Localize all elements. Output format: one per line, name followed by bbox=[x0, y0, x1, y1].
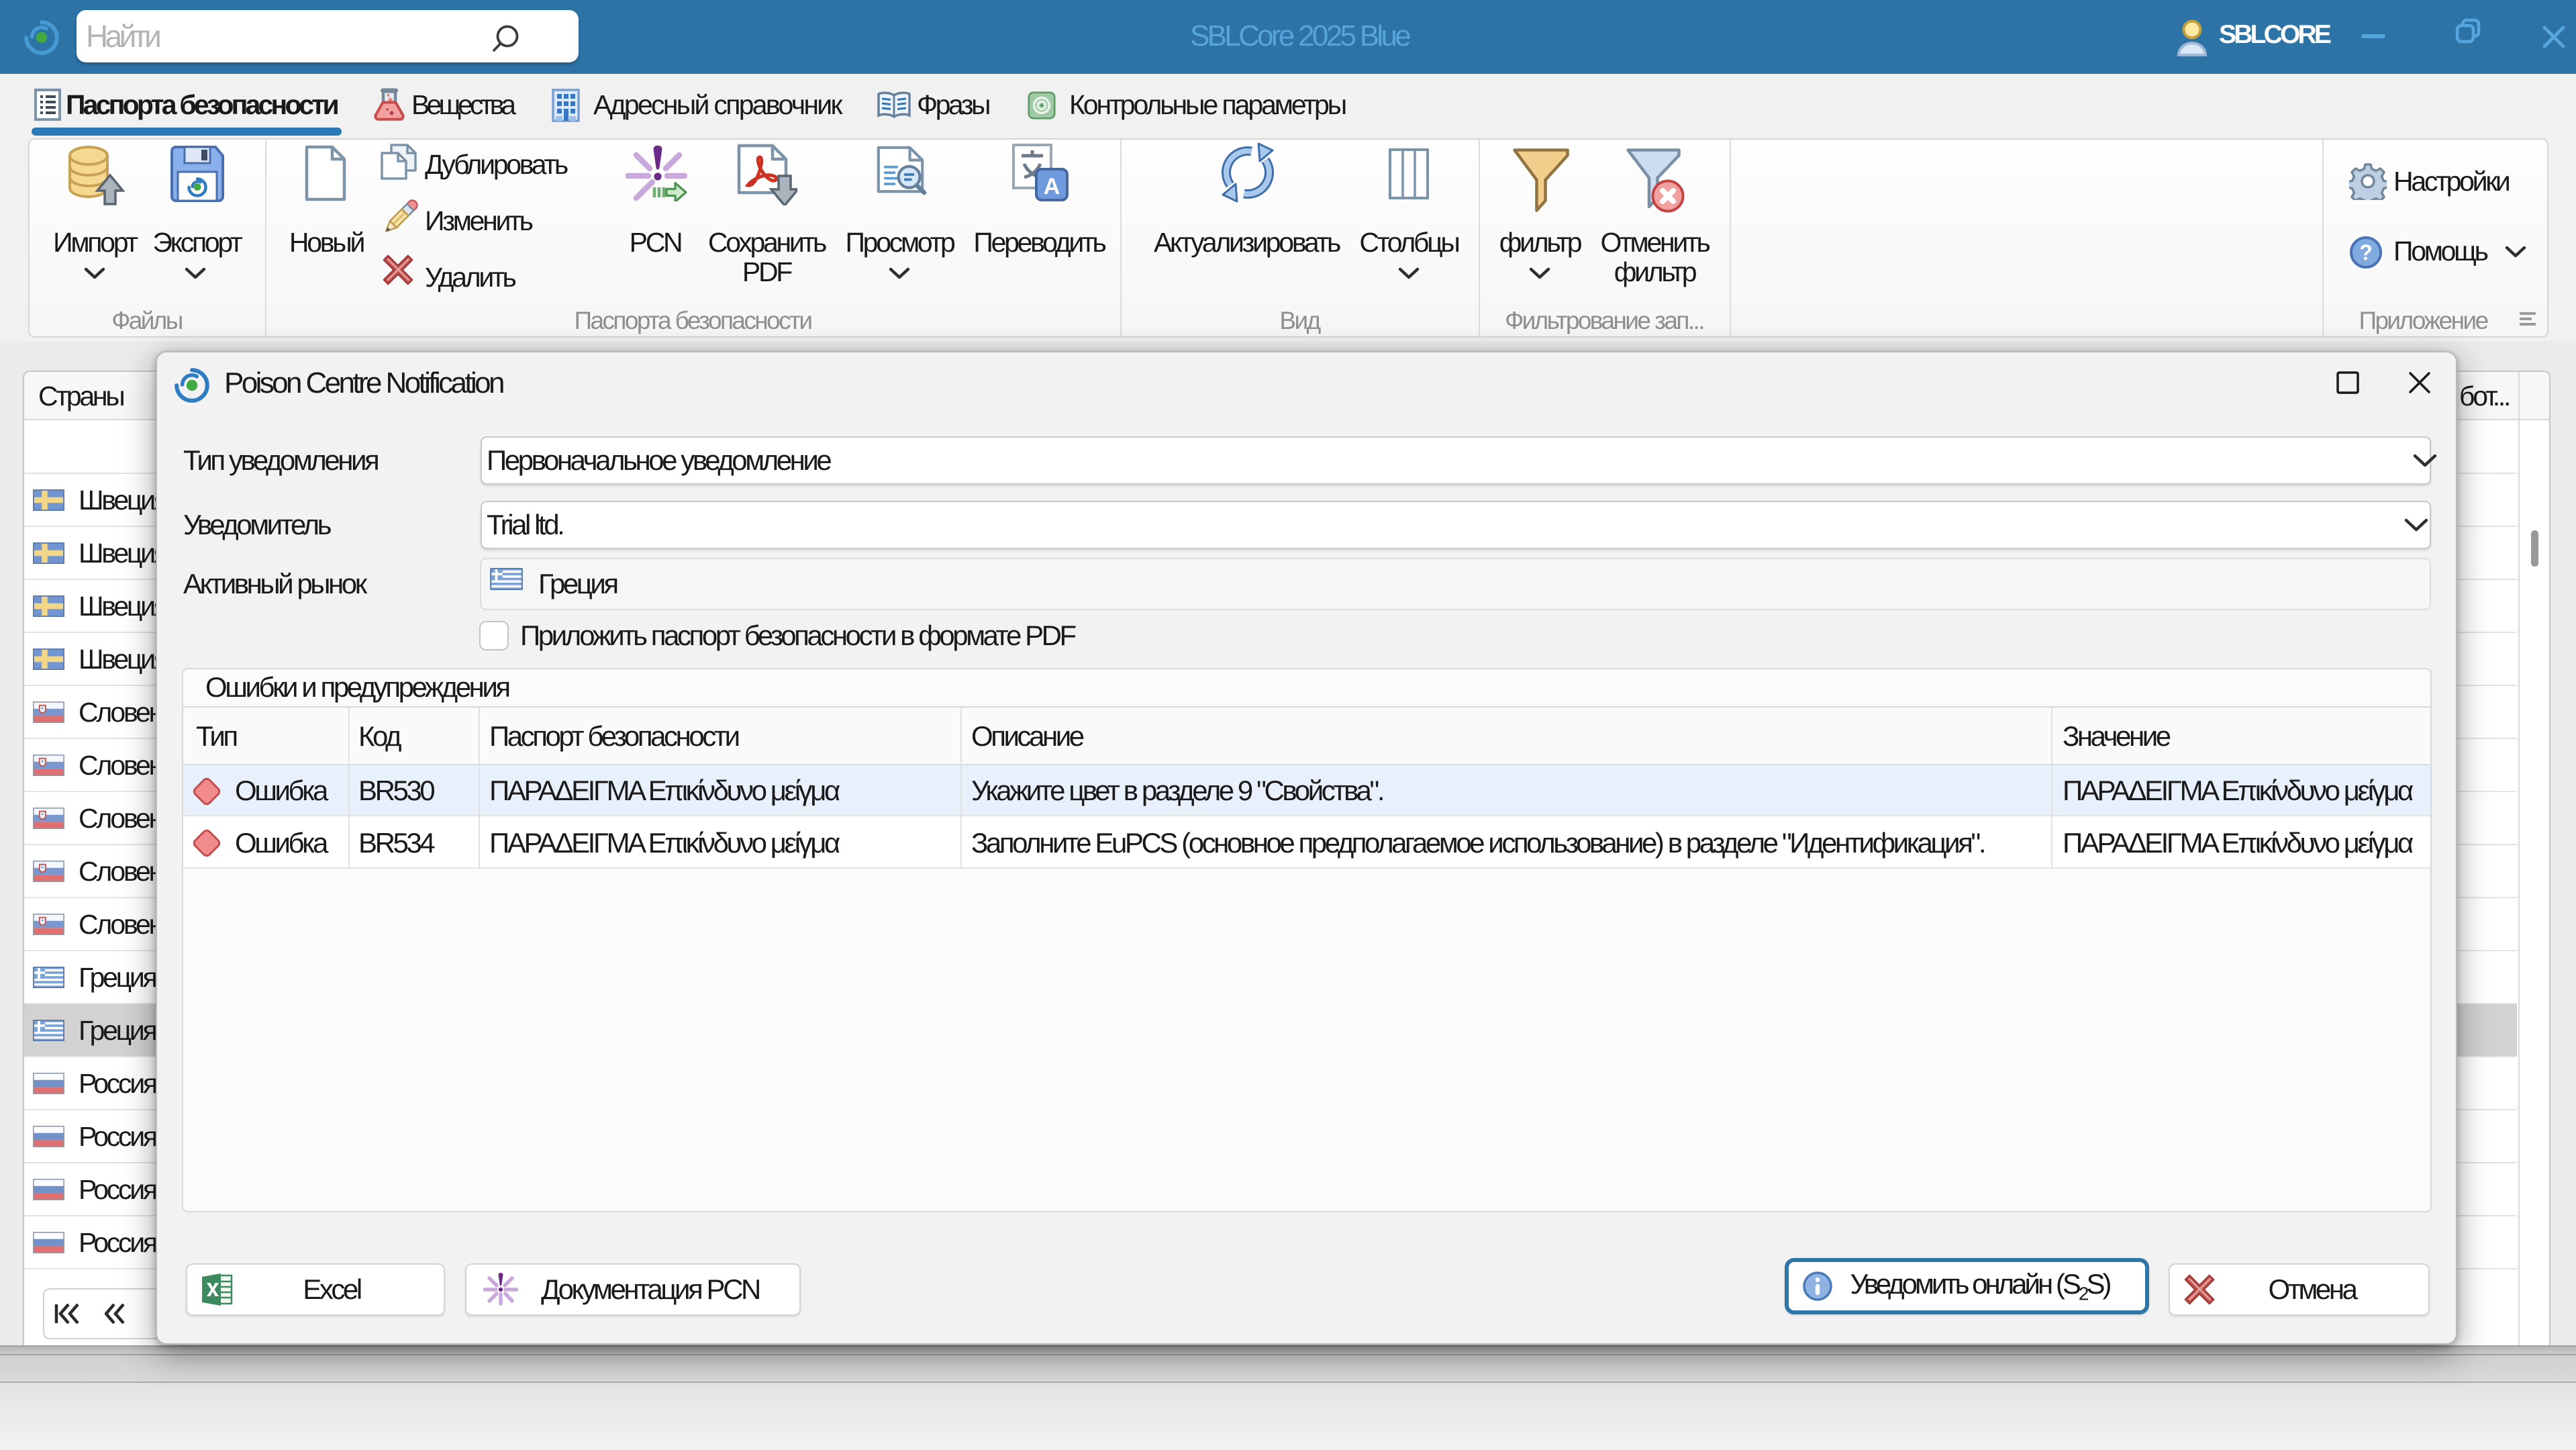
svg-text:?: ? bbox=[2359, 240, 2373, 264]
svg-text:A: A bbox=[1044, 174, 1060, 199]
